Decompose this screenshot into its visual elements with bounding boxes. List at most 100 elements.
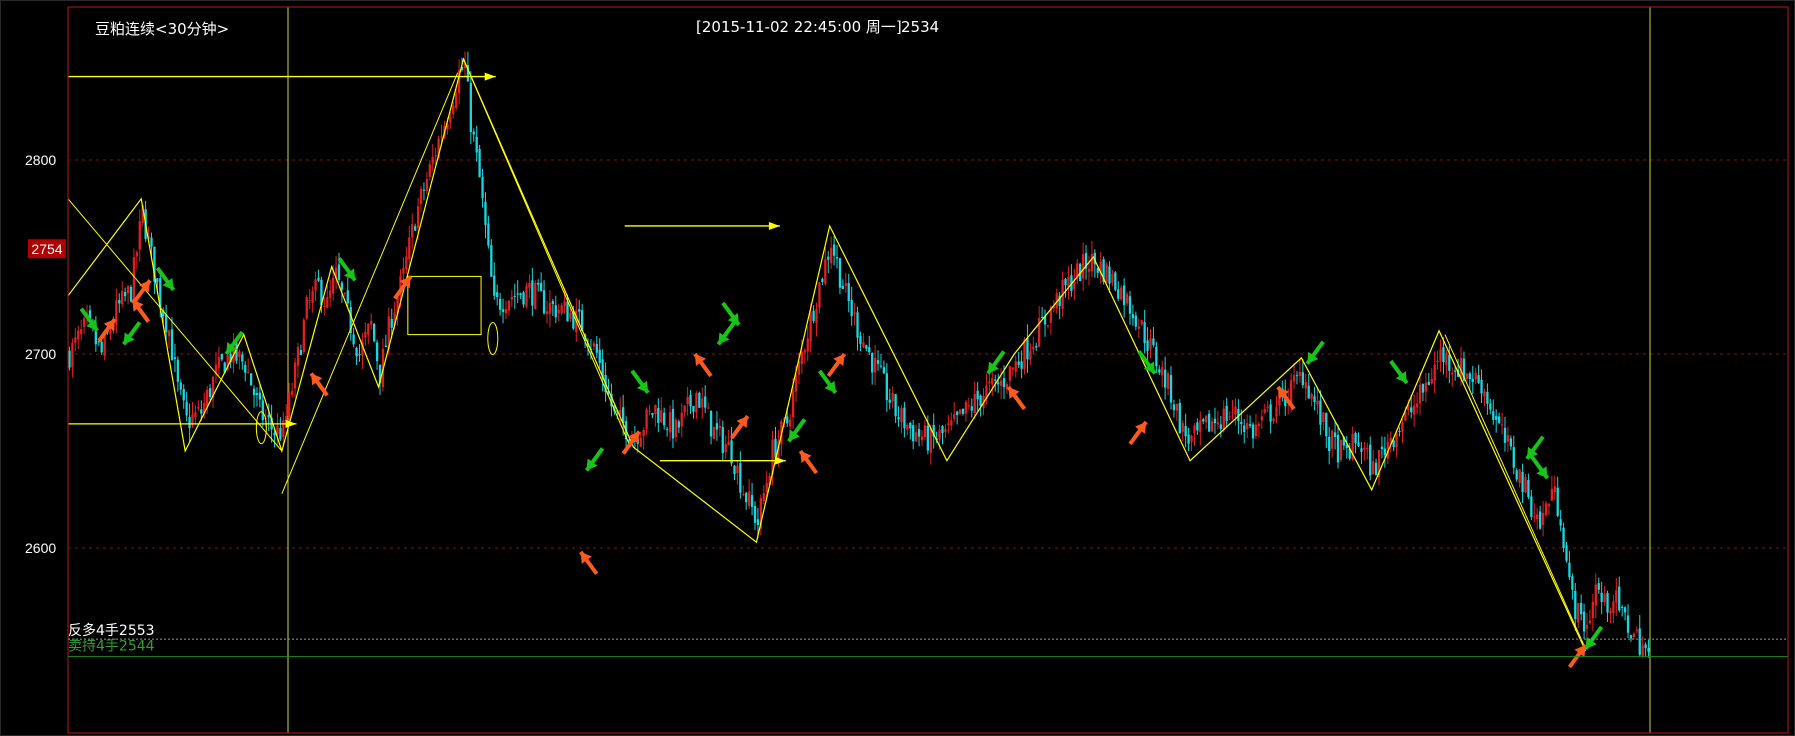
candle-body xyxy=(337,264,341,280)
candle xyxy=(742,485,745,497)
candle xyxy=(1538,505,1542,530)
candle xyxy=(557,303,560,321)
candle-body xyxy=(422,189,426,191)
candle-body xyxy=(818,282,821,308)
candle xyxy=(1357,432,1360,447)
candle xyxy=(220,353,223,362)
candle xyxy=(753,501,757,530)
candle-body xyxy=(299,350,303,355)
candle-body xyxy=(566,301,569,322)
candle-body xyxy=(1295,375,1299,377)
buy-arrow-icon xyxy=(130,298,151,323)
candle xyxy=(1618,576,1621,613)
candle xyxy=(1445,349,1448,378)
candle-body xyxy=(1550,488,1554,501)
candle xyxy=(844,272,847,293)
candle-body xyxy=(865,345,868,349)
price-axis: 2800 2700 2600 xyxy=(25,152,56,556)
candle xyxy=(522,290,525,308)
candle xyxy=(1588,609,1592,625)
candle xyxy=(290,382,294,398)
candle xyxy=(1187,427,1190,452)
candle xyxy=(1471,365,1474,395)
candle-body xyxy=(487,223,490,246)
candle-body xyxy=(126,286,130,294)
candle-body xyxy=(118,300,121,304)
candle-body xyxy=(375,342,379,362)
candle-body xyxy=(1418,384,1422,404)
candle xyxy=(452,101,455,119)
candle-body xyxy=(1243,425,1246,433)
candle xyxy=(1254,413,1258,440)
candle xyxy=(548,290,552,328)
candle-body xyxy=(1152,338,1155,346)
candle-body xyxy=(1175,403,1179,411)
candle xyxy=(1430,368,1433,385)
candle-body xyxy=(1374,462,1378,476)
candle-body xyxy=(478,148,481,178)
candle-body xyxy=(279,427,282,440)
candle-body xyxy=(715,423,719,430)
candle xyxy=(513,283,516,309)
candle xyxy=(1330,429,1334,458)
candle-body xyxy=(481,177,484,199)
candle-body xyxy=(1316,400,1319,405)
candle-body xyxy=(121,290,124,305)
candle xyxy=(1483,388,1486,407)
candle-body xyxy=(205,389,209,407)
candle xyxy=(838,257,842,295)
candle-body xyxy=(469,82,472,132)
candle xyxy=(1163,356,1167,400)
candle xyxy=(1313,386,1316,411)
candle-body xyxy=(238,351,241,357)
candle xyxy=(1149,329,1152,359)
candle xyxy=(1518,469,1521,488)
candle xyxy=(1032,336,1035,355)
candle-body xyxy=(548,302,552,314)
candle-body xyxy=(1017,361,1020,365)
candle xyxy=(123,287,127,302)
candle xyxy=(821,277,824,286)
candle-body xyxy=(1506,435,1510,442)
candle-body xyxy=(1134,315,1138,327)
candle xyxy=(1474,367,1477,385)
candle-body xyxy=(1339,440,1343,460)
candle-body xyxy=(267,415,270,418)
candle xyxy=(1202,417,1205,425)
candle-body xyxy=(496,292,499,297)
candle-body xyxy=(323,305,326,308)
candle xyxy=(1322,412,1325,431)
candle xyxy=(747,479,751,510)
cursor-price: 2534 xyxy=(901,18,939,36)
candle-body xyxy=(501,309,505,312)
candle xyxy=(1064,277,1067,298)
candle xyxy=(498,292,502,316)
highlight-ellipse xyxy=(255,411,267,445)
candle xyxy=(1553,475,1556,500)
candle-body xyxy=(1383,448,1387,455)
candle-body xyxy=(1629,635,1633,639)
candle-body xyxy=(926,425,930,451)
candle xyxy=(528,274,531,299)
candle xyxy=(208,384,212,401)
candles xyxy=(68,51,1650,659)
candle-body xyxy=(912,425,915,442)
position-label-hold: 卖持4手2544 xyxy=(68,639,155,655)
candle xyxy=(490,239,493,278)
candle-body xyxy=(1609,610,1612,614)
buy-arrow-icon xyxy=(1006,385,1027,411)
candle-body xyxy=(123,292,127,297)
candle-body xyxy=(1612,601,1615,614)
candle-body xyxy=(847,283,850,302)
candle xyxy=(1547,502,1551,515)
candle-body xyxy=(170,329,174,361)
candle-body xyxy=(1618,586,1621,611)
candle-body xyxy=(1002,378,1006,388)
candle-body xyxy=(1199,420,1202,432)
candle xyxy=(1093,249,1096,278)
candle xyxy=(724,435,727,460)
candle-body xyxy=(1298,372,1302,376)
candle-body xyxy=(991,377,994,385)
candle-body xyxy=(1574,590,1577,620)
candle-body xyxy=(745,492,748,503)
